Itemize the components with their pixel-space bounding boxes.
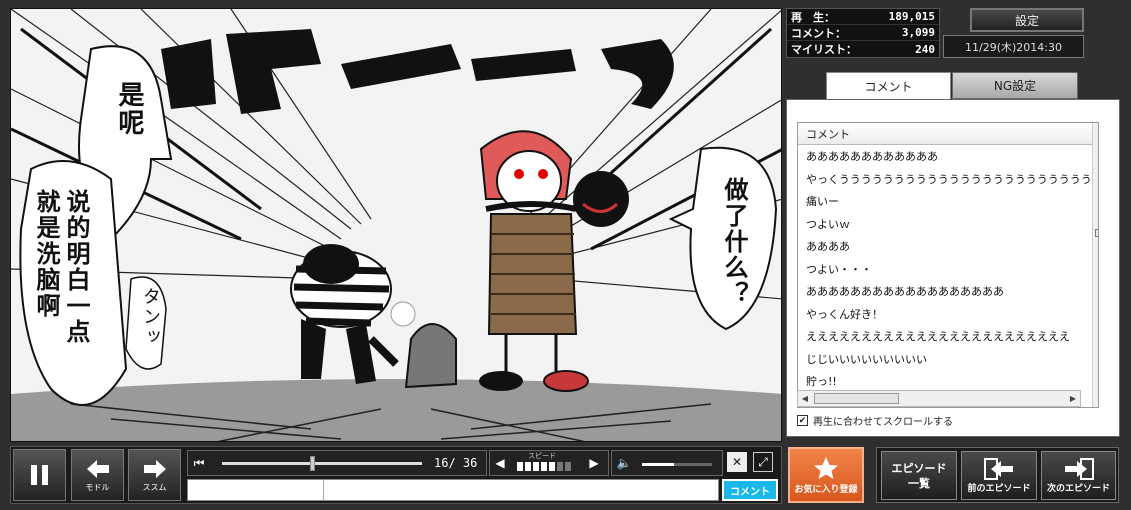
comment-command-field[interactable]	[188, 480, 324, 500]
speed-bar[interactable]	[517, 462, 523, 471]
comment-row[interactable]: やっくん好き！	[798, 303, 1098, 326]
hide-comments-icon[interactable]: ✕	[727, 452, 747, 472]
episode-list-label: エピソード一覧	[891, 461, 947, 490]
stat-views: 再 生： 189,015	[787, 9, 939, 25]
star-icon	[814, 456, 838, 479]
views-label: 再 生：	[791, 10, 835, 24]
page-total: 36	[462, 456, 478, 470]
sync-scroll-checkbox[interactable]: ✔	[797, 415, 808, 426]
settings-button[interactable]: 設定	[970, 8, 1084, 32]
narration-column-1: 说的明白一点	[62, 189, 90, 345]
volume-control: 🔈	[611, 450, 723, 476]
stat-comments: コメント： 3,099	[787, 25, 939, 41]
player-controls: モドル ススム ⏮ 16/ 36 ◀ スピード ▶ 🔈 ✕ ⤢ コメント	[10, 446, 782, 504]
comments-count: 3,099	[901, 26, 935, 39]
favorite-button[interactable]: お気に入り登録	[788, 447, 864, 503]
back-label: モドル	[85, 482, 110, 492]
prev-episode-icon	[984, 458, 1013, 480]
sync-scroll-label: 再生に合わせてスクロールする	[813, 417, 953, 428]
prev-episode-label: 前のエピソード	[967, 484, 1031, 494]
vertical-scrollbar[interactable]: ▲ ▼	[1092, 123, 1099, 407]
horizontal-scrollbar[interactable]: ◀ ▶	[797, 390, 1081, 407]
comment-row[interactable]: じじいいいいいいいいい	[798, 348, 1098, 371]
fullscreen-icon[interactable]: ⤢	[753, 452, 773, 472]
seek-knob[interactable]	[310, 456, 315, 471]
pause-button[interactable]	[13, 449, 66, 501]
episode-list-button[interactable]: エピソード一覧	[881, 451, 957, 500]
scroll-left-icon[interactable]: ◀	[798, 391, 812, 406]
episode-navigation: エピソード一覧 前のエピソード 次のエピソード	[876, 447, 1119, 503]
back-button[interactable]: モドル	[71, 449, 124, 501]
views-count: 189,015	[888, 10, 935, 23]
vertical-scroll-thumb[interactable]	[1095, 229, 1098, 237]
speed-bar[interactable]	[557, 462, 563, 471]
sfx-small: タンッ	[140, 287, 161, 347]
mylist-count: 240	[915, 42, 935, 56]
volume-track[interactable]	[642, 463, 712, 466]
speed-bar[interactable]	[533, 462, 539, 471]
comments-label: コメント：	[791, 26, 846, 40]
comment-row[interactable]: ああああああああああああああああああ	[798, 280, 1098, 303]
next-episode-label: 次のエピソード	[1046, 484, 1110, 494]
comment-rows: ああああああああああああやっくううううううううううううううううううううううううう…	[798, 145, 1098, 393]
speed-control: ◀ スピード ▶	[489, 450, 609, 476]
skip-to-start-icon[interactable]: ⏮	[192, 455, 206, 471]
page-current: 16	[434, 456, 449, 470]
favorite-label: お気に入り登録	[794, 484, 858, 495]
manga-player: 是呢 说的明白一点 就是洗脑啊 タンッ 做了什么？ 再 生： 189,015 コ…	[0, 0, 1131, 510]
stats-panel: 再 生： 189,015 コメント： 3,099 マイリスト： 240	[786, 8, 940, 58]
next-episode-button[interactable]: 次のエピソード	[1041, 451, 1116, 500]
arrow-right-icon	[143, 459, 166, 478]
prev-episode-button[interactable]: 前のエピソード	[961, 451, 1037, 500]
forward-button[interactable]: ススム	[128, 449, 181, 501]
speaker-icon[interactable]: 🔈	[616, 455, 632, 471]
forward-label: ススム	[142, 482, 167, 492]
bubble-left-text: 是呢	[114, 81, 144, 137]
speed-bar[interactable]	[541, 462, 547, 471]
comment-row[interactable]: ああああああああああああ	[798, 145, 1098, 168]
speed-down-icon[interactable]: ◀	[494, 455, 506, 471]
horizontal-scroll-thumb[interactable]	[814, 393, 899, 404]
comment-list-header[interactable]: コメント	[798, 123, 1098, 145]
speed-bar[interactable]	[565, 462, 571, 471]
comment-row[interactable]: ああああ	[798, 235, 1098, 258]
scroll-up-icon[interactable]: ▲	[1093, 123, 1099, 139]
post-date: 11/29(木)2014:30	[943, 35, 1084, 58]
pause-icon	[30, 465, 48, 485]
comic-artwork	[11, 9, 781, 441]
narration-column-2: 就是洗脑啊	[32, 189, 60, 319]
arrow-left-icon	[86, 459, 109, 478]
stat-mylist: マイリスト： 240	[787, 41, 939, 57]
speed-label: スピード	[528, 452, 556, 460]
sync-scroll-option[interactable]: ✔ 再生に合わせてスクロールする	[797, 413, 953, 428]
comment-row[interactable]: 痛いー	[798, 190, 1098, 213]
comment-input[interactable]	[187, 479, 719, 501]
bubble-right-text: 做了什么？	[720, 177, 748, 307]
tab-comment[interactable]: コメント	[826, 72, 951, 99]
scroll-right-icon[interactable]: ▶	[1066, 391, 1080, 406]
speed-bar[interactable]	[525, 462, 531, 471]
volume-fill	[642, 463, 674, 466]
mylist-label: マイリスト：	[791, 43, 857, 56]
scroll-down-icon[interactable]: ▼	[1093, 373, 1099, 389]
comment-list[interactable]: コメント ああああああああああああ やっくうううううううううううううううううううう…	[797, 122, 1099, 408]
speed-level-bars[interactable]	[517, 462, 571, 471]
speed-up-icon[interactable]: ▶	[588, 455, 600, 471]
comic-viewport[interactable]: 是呢 说的明白一点 就是洗脑啊 タンッ 做了什么？	[10, 8, 782, 442]
seek-track[interactable]	[222, 462, 422, 465]
page-seekbar[interactable]: ⏮ 16/ 36	[187, 450, 487, 476]
speed-bar[interactable]	[549, 462, 555, 471]
comment-row[interactable]: やっくうううううううううううううううううううううううううううう	[798, 168, 1098, 191]
comment-row[interactable]: つよいｗ	[798, 213, 1098, 236]
comment-row[interactable]: つよい・・・	[798, 258, 1098, 281]
comment-submit-button[interactable]: コメント	[722, 479, 778, 501]
comment-row[interactable]: ええええええええええええええええええええええええ	[798, 325, 1098, 348]
tab-ng-settings[interactable]: NG設定	[952, 72, 1078, 99]
comment-panel: コメント ああああああああああああ やっくうううううううううううううううううううう…	[786, 99, 1120, 437]
page-counter: 16/ 36	[434, 456, 478, 470]
next-episode-icon	[1064, 458, 1094, 480]
